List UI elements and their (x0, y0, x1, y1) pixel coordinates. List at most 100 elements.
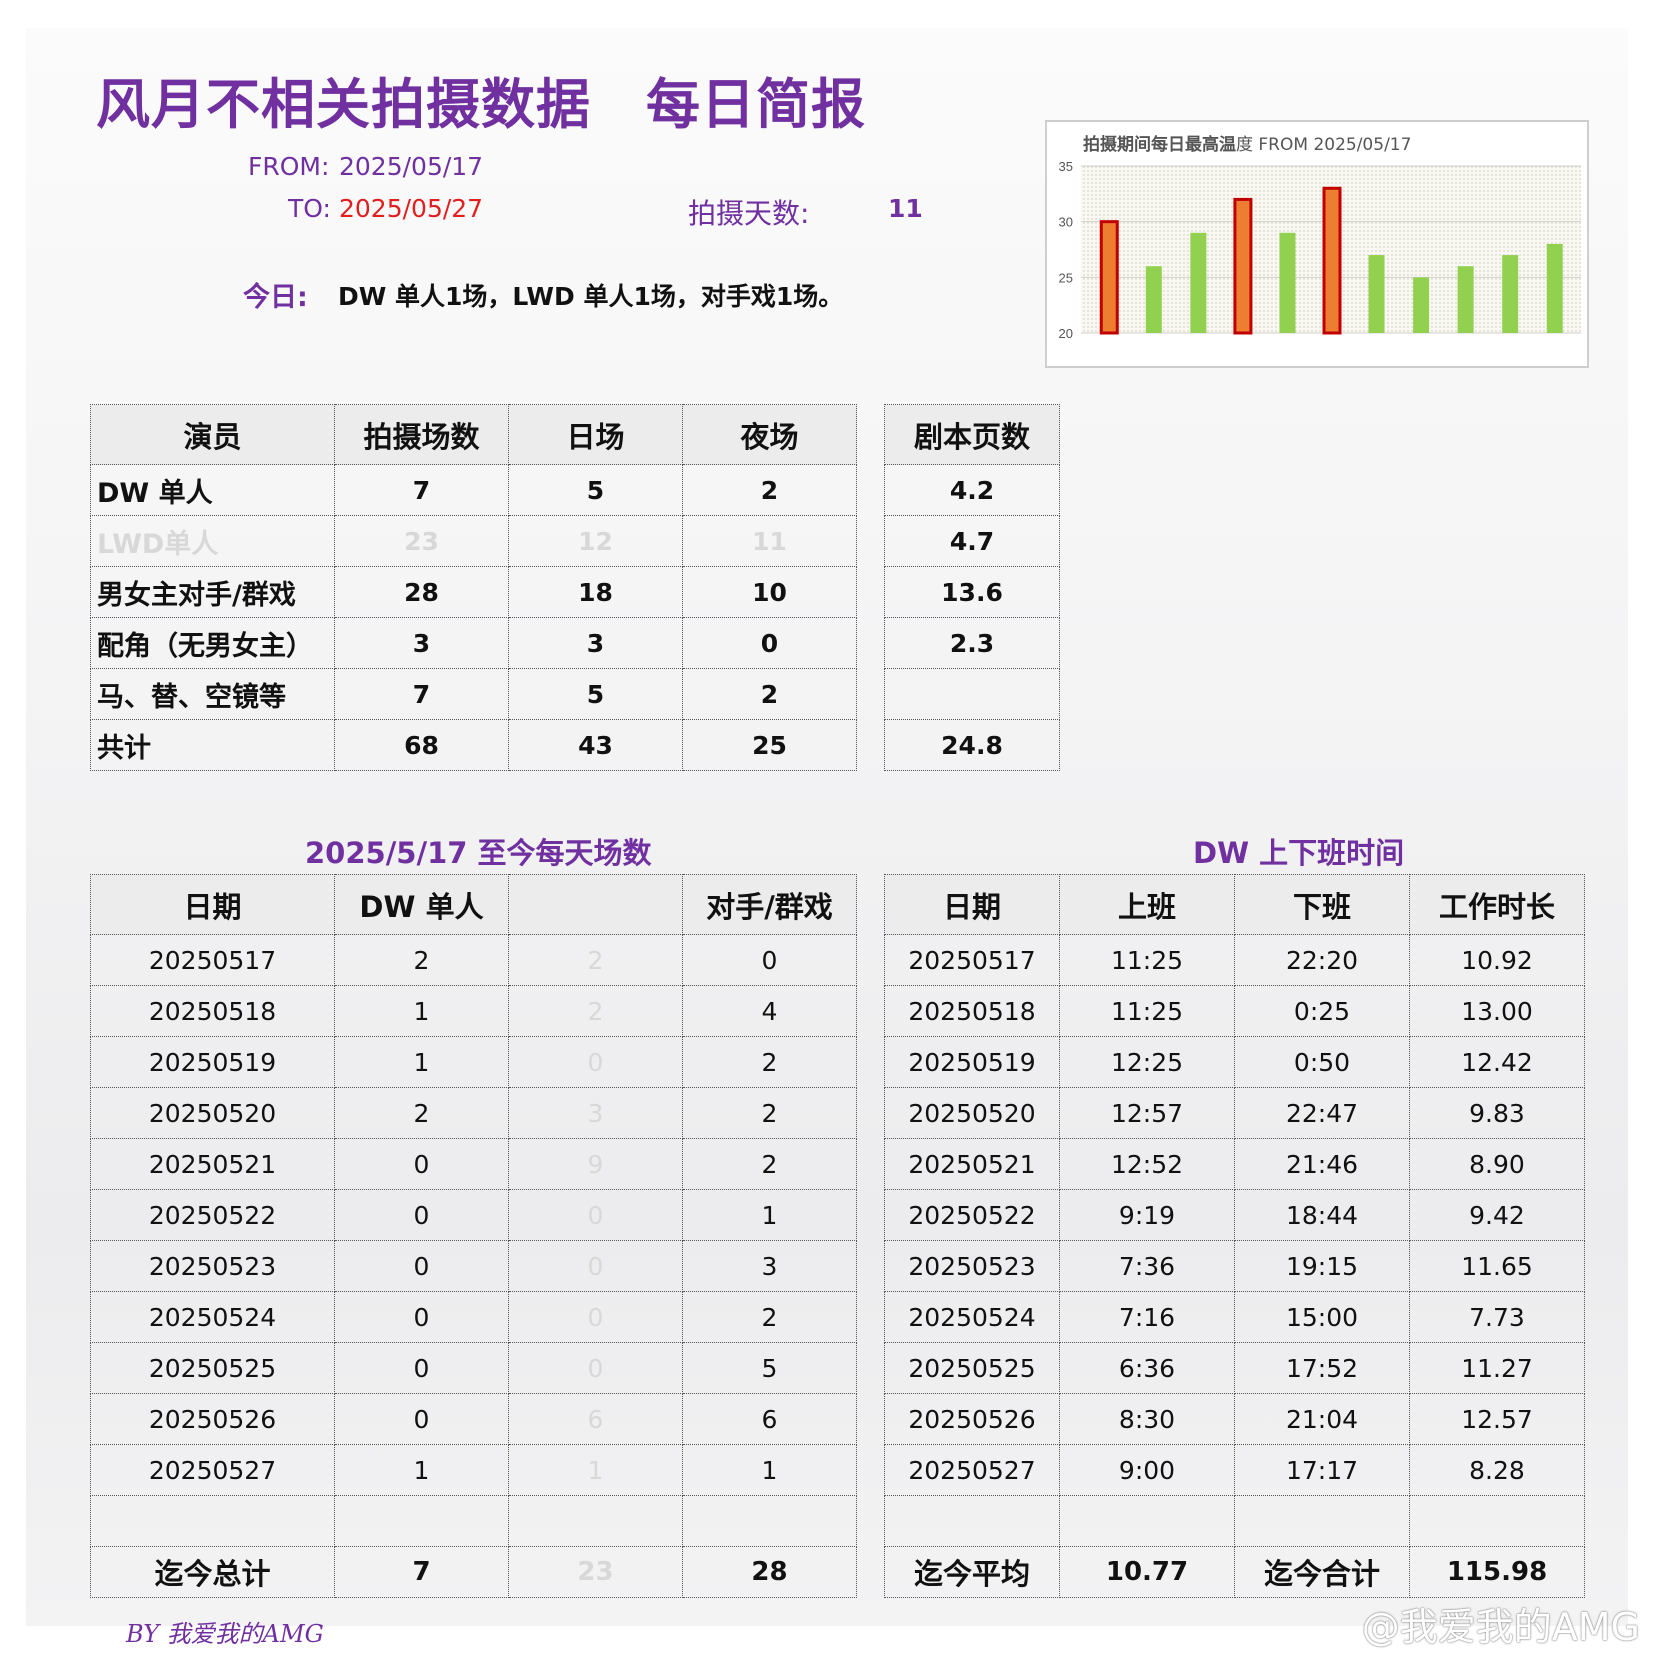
daily-header-dw: DW 单人 (334, 874, 509, 935)
pages-table: 剧本页数 4.2 4.7 13.6 2.3 24.8 (884, 404, 1060, 771)
summary-cell: 5 (508, 668, 683, 720)
empty-cell (90, 1495, 335, 1547)
worktime-table: 日期 上班 下班 工作时长 20250517 11:25 22:20 10.92 202… (884, 874, 1585, 1598)
summary-table: 演员 拍摄场数 日场 夜场 DW 单人 7 5 2 LWD单人 23 12 11 男女主对手/群… (90, 404, 857, 771)
work-header-start: 上班 (1059, 874, 1235, 935)
from-label: FROM: (248, 152, 330, 181)
daily-cell: 2 (508, 934, 683, 986)
table-row: 20250525 0 0 5 (90, 1342, 857, 1394)
daily-cell: 20250524 (90, 1291, 335, 1343)
summary-row: 共计 68 43 25 (90, 719, 857, 771)
work-cell: 20250522 (884, 1189, 1060, 1241)
daily-cell: 0 (682, 934, 857, 986)
table-row: 20250524 0 0 2 (90, 1291, 857, 1343)
work-cell: 12.42 (1409, 1036, 1585, 1088)
daily-cell: 0 (334, 1240, 509, 1292)
chart-plot: 20 25 30 35 (1059, 159, 1581, 341)
work-cell: 15:00 (1234, 1291, 1410, 1343)
daily-cell: 3 (682, 1240, 857, 1292)
summary-cell: 43 (508, 719, 683, 771)
work-cell: 12:57 (1059, 1087, 1235, 1139)
daily-total-cell: 迄今总计 (90, 1546, 335, 1598)
table-row: 20250520 2 3 2 (90, 1087, 857, 1139)
work-header-end: 下班 (1234, 874, 1410, 935)
summary-row: 男女主对手/群戏 28 18 10 (90, 566, 857, 618)
table-row: 20250521 0 9 2 (90, 1138, 857, 1190)
work-cell: 9.83 (1409, 1087, 1585, 1139)
work-cell: 7:36 (1059, 1240, 1235, 1292)
daily-total-cell: 7 (334, 1546, 509, 1598)
summary-cell: 28 (334, 566, 509, 618)
work-cell: 11.65 (1409, 1240, 1585, 1292)
byline: BY 我爱我的AMG (126, 1620, 324, 1648)
work-cell: 22:20 (1234, 934, 1410, 986)
daily-cell: 2 (682, 1087, 857, 1139)
col-header-actor: 演员 (90, 404, 335, 465)
work-cell: 20250527 (884, 1444, 1060, 1496)
work-cell: 20250521 (884, 1138, 1060, 1190)
pages-cell: 13.6 (884, 566, 1060, 618)
work-cell: 20250520 (884, 1087, 1060, 1139)
work-cell: 21:46 (1234, 1138, 1410, 1190)
daily-cell: 1 (682, 1444, 857, 1496)
pages-row: 24.8 (884, 719, 1060, 771)
daily-total-cell: 28 (682, 1546, 857, 1598)
daily-total-cell: 23 (508, 1546, 683, 1598)
y-tick-label: 35 (1059, 159, 1073, 174)
actor-name: LWD单人 (90, 515, 335, 567)
table-row: 20250523 7:36 19:15 11.65 (884, 1240, 1585, 1292)
summary-cell: 18 (508, 566, 683, 618)
daily-cell: 1 (334, 1444, 509, 1496)
summary-cell: 10 (682, 566, 857, 618)
table-row: 20250522 0 0 1 (90, 1189, 857, 1241)
summary-cell: 5 (508, 464, 683, 516)
work-cell: 11.27 (1409, 1342, 1585, 1394)
daily-total-row: 迄今总计 7 23 28 (90, 1546, 857, 1598)
summary-row: 马、替、空镜等 7 5 2 (90, 668, 857, 720)
daily-cell: 20250520 (90, 1087, 335, 1139)
daily-cell: 0 (508, 1291, 683, 1343)
daily-cell: 0 (334, 1342, 509, 1394)
watermark: @我爱我的AMG (1361, 1605, 1640, 1649)
pages-row: 2.3 (884, 617, 1060, 669)
summary-cell: 7 (334, 668, 509, 720)
actor-name: 男女主对手/群戏 (90, 566, 335, 618)
y-tick-label: 20 (1059, 326, 1073, 341)
table-row: 20250526 0 6 6 (90, 1393, 857, 1445)
daily-cell: 20250525 (90, 1342, 335, 1394)
summary-row: DW 单人 7 5 2 (90, 464, 857, 516)
empty-row (90, 1495, 857, 1547)
col-header-scenes: 拍摄场数 (334, 404, 509, 465)
worktime-section-title: DW 上下班时间 (1193, 836, 1405, 870)
daily-header-blank (508, 874, 683, 935)
pages-row: 13.6 (884, 566, 1060, 618)
today-text: DW 单人1场，LWD 单人1场，对手戏1场。 (338, 282, 844, 311)
daily-cell: 1 (334, 1036, 509, 1088)
pages-row: 4.2 (884, 464, 1060, 516)
daily-cell: 9 (508, 1138, 683, 1190)
work-cell: 0:50 (1234, 1036, 1410, 1088)
work-cell: 20250526 (884, 1393, 1060, 1445)
table-row: 20250522 9:19 18:44 9.42 (884, 1189, 1585, 1241)
table-row: 20250517 11:25 22:20 10.92 (884, 934, 1585, 986)
daily-cell: 1 (508, 1444, 683, 1496)
summary-cell: 2 (682, 464, 857, 516)
chart-bar (1457, 266, 1474, 333)
table-row: 20250526 8:30 21:04 12.57 (884, 1393, 1585, 1445)
pages-cell: 24.8 (884, 719, 1060, 771)
daily-cell: 20250517 (90, 934, 335, 986)
work-cell: 20250523 (884, 1240, 1060, 1292)
summary-row: 配角（无男女主） 3 3 0 (90, 617, 857, 669)
temperature-chart: 拍摄期间每日最高温度 FROM 2025/05/17 20 25 30 35 (1045, 120, 1589, 368)
daily-cell: 0 (508, 1036, 683, 1088)
col-header-day: 日场 (508, 404, 683, 465)
daily-cell: 0 (334, 1189, 509, 1241)
chart-bar (1502, 255, 1519, 333)
daily-cell: 6 (508, 1393, 683, 1445)
daily-header-date: 日期 (90, 874, 335, 935)
summary-cell: 3 (508, 617, 683, 669)
work-total-cell: 迄今合计 (1234, 1546, 1410, 1598)
summary-cell: 3 (334, 617, 509, 669)
table-row: 20250527 9:00 17:17 8.28 (884, 1444, 1585, 1496)
table-row: 20250524 7:16 15:00 7.73 (884, 1291, 1585, 1343)
